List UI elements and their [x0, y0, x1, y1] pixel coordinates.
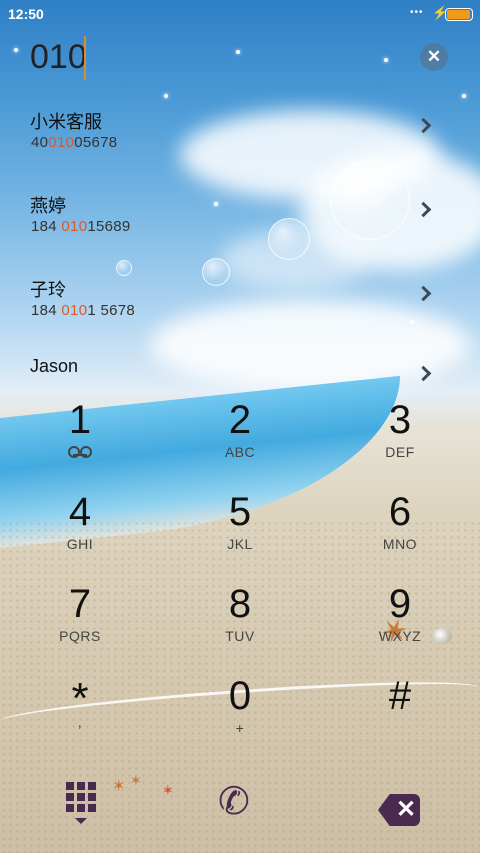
number-match-highlight: 010 — [61, 218, 88, 235]
contact-results-list: 小米客服 4001005678 燕婷 184 01015689 子玲 184 0… — [0, 86, 480, 422]
chevron-right-icon[interactable] — [415, 201, 432, 218]
key-digit: 0 — [228, 674, 252, 718]
key-letters: ABC — [224, 444, 256, 460]
chevron-right-icon[interactable] — [415, 117, 432, 134]
contact-result-item[interactable]: 小米客服 4001005678 — [0, 86, 480, 170]
contact-result-item[interactable]: 燕婷 184 01015689 — [0, 170, 480, 254]
key-1[interactable]: 1 — [0, 398, 160, 490]
contact-name: Jason — [30, 356, 79, 376]
key-letters: MNO — [382, 536, 418, 552]
number-suffix: 1 5678 — [87, 302, 136, 319]
call-button[interactable]: ✆ — [210, 780, 270, 830]
phone-icon: ✆ — [218, 781, 250, 823]
chevron-right-icon[interactable] — [415, 365, 432, 382]
key-digit: 7 — [68, 582, 92, 626]
key-8[interactable]: 8 TUV — [160, 582, 320, 674]
signal-dots-icon: ••• — [410, 7, 424, 18]
clear-number-button[interactable]: ✕ — [420, 43, 448, 71]
key-3[interactable]: 3 DEF — [320, 398, 480, 490]
key-digit: 5 — [228, 490, 252, 534]
key-6[interactable]: 6 MNO — [320, 490, 480, 582]
close-icon: ✕ — [426, 47, 442, 66]
contact-name: 子玲 — [30, 280, 66, 300]
key-digit: 9 — [388, 582, 412, 626]
toggle-dialpad-button[interactable] — [50, 780, 110, 830]
key-9[interactable]: 9 WXYZ — [320, 582, 480, 674]
key-2[interactable]: 2 ABC — [160, 398, 320, 490]
number-prefix: 40 — [31, 134, 49, 151]
key-letters: + — [235, 720, 245, 736]
dialpad-icon — [66, 782, 96, 812]
key-letters: , — [77, 714, 83, 730]
number-match-highlight: 010 — [61, 302, 88, 319]
contact-name: 燕婷 — [30, 196, 66, 216]
backspace-x: ✕ — [395, 796, 417, 823]
dialer-action-bar: ✆ ✕ — [0, 766, 480, 853]
key-digit: 1 — [68, 398, 92, 442]
battery-level — [447, 10, 470, 19]
key-hash[interactable]: # — [320, 674, 480, 766]
status-bar: 12:50 ••• ⚡ — [0, 0, 480, 28]
contact-result-item[interactable]: 子玲 184 0101 5678 — [0, 254, 480, 338]
voicemail-icon — [68, 446, 92, 458]
chevron-right-icon[interactable] — [415, 285, 432, 302]
dialed-number-bar: 010 ✕ — [0, 28, 480, 86]
contact-number: 184 0101 5678 — [31, 302, 135, 319]
key-5[interactable]: 5 JKL — [160, 490, 320, 582]
dialed-number-field[interactable]: 010 — [30, 38, 87, 77]
key-digit: 3 — [388, 398, 412, 442]
number-suffix: 15689 — [87, 218, 131, 235]
key-digit: 6 — [388, 490, 412, 534]
number-prefix: 184 — [31, 218, 62, 235]
contact-number: 184 01015689 — [31, 218, 131, 235]
key-7[interactable]: 7 PQRS — [0, 582, 160, 674]
chevron-down-icon — [75, 818, 87, 824]
key-letters: PQRS — [59, 628, 101, 644]
contact-number: 4001005678 — [31, 134, 117, 151]
number-prefix: 184 — [31, 302, 62, 319]
dial-keypad: 1 2 ABC 3 DEF 4 GHI 5 JKL 6 MNO 7 PQRS 8… — [0, 398, 480, 766]
battery-icon — [445, 8, 473, 21]
delete-digit-button[interactable]: ✕ — [370, 780, 430, 830]
text-caret — [84, 36, 86, 80]
key-star[interactable]: * , — [0, 674, 160, 766]
number-suffix: 05678 — [74, 134, 118, 151]
number-match-highlight: 010 — [48, 134, 75, 151]
key-letters: DEF — [385, 444, 415, 460]
contact-name: 小米客服 — [30, 112, 102, 132]
key-letters: JKL — [227, 536, 253, 552]
status-time: 12:50 — [8, 6, 44, 22]
key-4[interactable]: 4 GHI — [0, 490, 160, 582]
key-letters: GHI — [66, 536, 94, 552]
key-digit: # — [388, 674, 412, 718]
key-letters: WXYZ — [378, 628, 422, 644]
key-0[interactable]: 0 + — [160, 674, 320, 766]
key-letters: TUV — [225, 628, 255, 644]
key-digit: 4 — [68, 490, 92, 534]
key-digit: 8 — [228, 582, 252, 626]
key-digit: 2 — [228, 398, 252, 442]
